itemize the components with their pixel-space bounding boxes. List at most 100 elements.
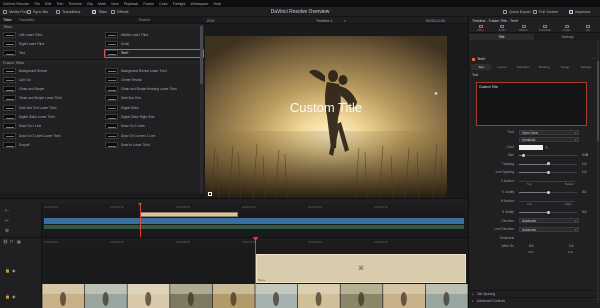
- text-section-header[interactable]: Text: [472, 73, 478, 77]
- title-item[interactable]: Middle Lower Third: [105, 31, 203, 38]
- video-frame[interactable]: Custom Title ➤: [205, 36, 447, 199]
- property-slider[interactable]: [519, 162, 577, 166]
- inspector-tab-file[interactable]: File: [578, 24, 599, 33]
- title-item[interactable]: Clean and Simple Lower Third: [3, 95, 101, 102]
- eyedropper-icon[interactable]: ✎: [545, 145, 548, 150]
- node-tab-layout[interactable]: Layout: [492, 64, 512, 70]
- styled-text-input[interactable]: Custom Title: [476, 82, 587, 126]
- inspector-scroll-thumb[interactable]: [597, 61, 599, 141]
- timeline-name[interactable]: Timeline 1: [316, 19, 332, 23]
- tab-favorites[interactable]: Favorites: [19, 18, 34, 22]
- property-value[interactable]: 1.0: [582, 170, 586, 174]
- title-item[interactable]: Digital Glitch: [105, 104, 203, 111]
- title-item[interactable]: Draw In Lower Third: [105, 141, 203, 148]
- track-lock-icon[interactable]: 🔒: [5, 268, 10, 273]
- track-visibility-2-icon[interactable]: ◉: [12, 294, 16, 299]
- title-item[interactable]: Center Reveal: [105, 76, 203, 83]
- menu-item-trim[interactable]: Trim: [56, 2, 63, 6]
- title-item[interactable]: Text+: [104, 48, 204, 58]
- video-clip-filmstrip[interactable]: [42, 284, 468, 308]
- property-slider[interactable]: [519, 153, 577, 157]
- title-item[interactable]: Dark Box Text Lower Third: [3, 104, 101, 111]
- menu-item-fairlight[interactable]: Fairlight: [173, 2, 186, 6]
- inspector-tab-video[interactable]: Video: [470, 24, 491, 33]
- title-item[interactable]: Background Reveal Lower Third: [105, 67, 203, 74]
- title-item[interactable]: Scroll: [105, 40, 203, 47]
- inspector-tab-image[interactable]: Image: [556, 24, 577, 33]
- menu-item-clip[interactable]: Clip: [87, 2, 93, 6]
- track-tools-icon[interactable]: ⊢: [5, 208, 9, 214]
- slider-knob[interactable]: [546, 162, 550, 166]
- subtab-settings[interactable]: Settings: [535, 34, 600, 40]
- library-scroll-thumb[interactable]: [200, 26, 203, 84]
- tab-spacing-section[interactable]: ▸ Tab Spacing: [469, 290, 600, 296]
- settings-icon[interactable]: ⚙: [5, 228, 9, 234]
- node-tab-transform[interactable]: Transform: [513, 64, 533, 70]
- inspector-button[interactable]: Inspector: [569, 9, 591, 16]
- title-item[interactable]: Background Reveal: [3, 67, 101, 74]
- transitions-button[interactable]: Transitions: [56, 9, 80, 16]
- upper-playhead[interactable]: [140, 204, 141, 237]
- property-value[interactable]: 0.0: [582, 210, 586, 214]
- title-item[interactable]: Digital Glitch Right Side: [105, 114, 203, 121]
- menu-item-playback[interactable]: Playback: [124, 2, 139, 6]
- viewer-overlay-toggle-icon[interactable]: [208, 192, 212, 196]
- anchor-option[interactable]: Bottom: [565, 182, 574, 186]
- title-item[interactable]: Call Out: [3, 76, 101, 83]
- title-item[interactable]: Left Lower Third: [3, 31, 101, 38]
- inspector-scrollbar[interactable]: [597, 41, 599, 303]
- upper-audio-clip[interactable]: [44, 225, 464, 229]
- write-on-value[interactable]: 0.0: [529, 244, 533, 248]
- inspector-tab-transition[interactable]: Transition: [535, 24, 556, 33]
- snap-icon[interactable]: ⊓: [10, 239, 13, 244]
- title-clip[interactable]: ⌘ Text+: [256, 254, 466, 283]
- menu-item-timeline[interactable]: Timeline: [68, 2, 81, 6]
- title-item[interactable]: Dropoff: [3, 141, 101, 148]
- menu-item-file[interactable]: File: [34, 2, 40, 6]
- scissors-icon[interactable]: ✂: [5, 218, 9, 224]
- advanced-controls-section[interactable]: ▸ Advanced Controls: [469, 297, 600, 303]
- property-dropdown[interactable]: Automatic: [519, 226, 579, 232]
- timeline-chevron-icon[interactable]: ▾: [344, 19, 346, 23]
- title-item[interactable]: Draw On 1 Line: [3, 123, 101, 130]
- anchor-option[interactable]: Right: [565, 202, 572, 206]
- track-visibility-icon[interactable]: ◉: [12, 268, 16, 273]
- title-item[interactable]: Clean and Simple Heading Lower Third: [105, 86, 203, 93]
- media-pool-button[interactable]: Media Pool: [3, 9, 28, 16]
- zoom-level[interactable]: 21%: [207, 19, 214, 23]
- property-slider[interactable]: [519, 170, 577, 174]
- tab-titles[interactable]: Titles: [3, 18, 11, 22]
- node-tab-settings[interactable]: Settings: [576, 64, 596, 70]
- quick-export-button[interactable]: Quick Export: [503, 9, 531, 16]
- menu-item-fusion[interactable]: Fusion: [143, 2, 154, 6]
- menu-item-help[interactable]: Help: [213, 2, 220, 6]
- position-lock-icon[interactable]: ▦: [17, 239, 21, 244]
- slider-knob[interactable]: [546, 190, 550, 194]
- slider-knob[interactable]: [546, 170, 550, 174]
- title-item[interactable]: Text: [3, 50, 101, 57]
- title-item[interactable]: Dark Box Text: [105, 95, 203, 102]
- title-item[interactable]: Draw On 2 Lines: [105, 123, 203, 130]
- property-value[interactable]: 0.0: [582, 190, 586, 194]
- effects-button[interactable]: Effects: [111, 9, 129, 16]
- write-on-value[interactable]: 1.0: [569, 244, 573, 248]
- title-item[interactable]: Clean and Simple: [3, 86, 101, 93]
- title-item[interactable]: Digital Glitch Lower Third: [3, 114, 101, 121]
- upper-ruler[interactable]: 01:00:00:00 01:00:04:00 01:00:08:00 01:00:1…: [42, 204, 468, 211]
- menu-item-mark[interactable]: Mark: [98, 2, 106, 6]
- menu-item-color[interactable]: Color: [159, 2, 168, 6]
- property-value[interactable]: 0.08: [582, 153, 588, 157]
- title-item[interactable]: Draw On Corners 1 Line: [105, 132, 203, 139]
- inspector-tab-effects[interactable]: Effects: [513, 24, 534, 33]
- menu-item-workspace[interactable]: Workspace: [191, 2, 209, 6]
- property-slider[interactable]: [519, 190, 577, 194]
- property-value[interactable]: 1.0: [582, 162, 586, 166]
- menu-item-edit[interactable]: Edit: [45, 2, 51, 6]
- property-dropdown[interactable]: Automatic: [519, 218, 579, 224]
- slider-knob[interactable]: [546, 210, 550, 214]
- slider-knob[interactable]: [522, 153, 526, 157]
- upper-title-clip[interactable]: [140, 212, 238, 217]
- inspector-tab-audio[interactable]: Audio: [492, 24, 513, 33]
- full-screen-button[interactable]: Full Screen: [533, 9, 558, 16]
- subtab-title[interactable]: Title: [469, 34, 534, 40]
